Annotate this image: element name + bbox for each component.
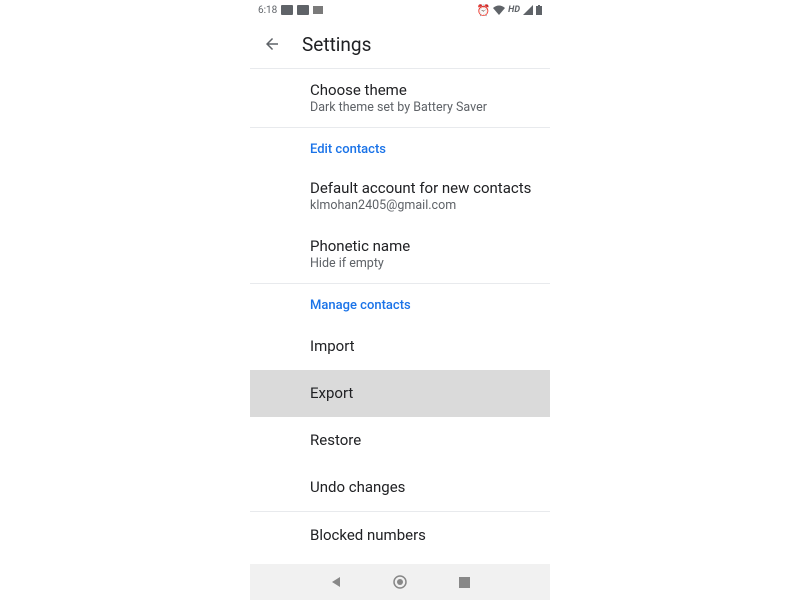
nav-home-button[interactable] bbox=[393, 575, 407, 589]
blocked-numbers-item[interactable]: Blocked numbers bbox=[250, 512, 550, 559]
alarm-icon: ⏰ bbox=[476, 4, 490, 17]
page-title: Settings bbox=[302, 33, 371, 56]
item-title: Undo changes bbox=[310, 478, 550, 496]
status-bar: 6:18 ⏰ HD bbox=[250, 0, 550, 20]
nav-recent-button[interactable] bbox=[457, 575, 471, 589]
signal-icon bbox=[523, 5, 533, 15]
item-subtitle: Hide if empty bbox=[310, 256, 550, 271]
restore-item[interactable]: Restore bbox=[250, 417, 550, 464]
notification-icon bbox=[281, 5, 293, 15]
nav-back-icon bbox=[330, 576, 342, 588]
item-title: Phonetic name bbox=[310, 237, 550, 255]
status-left: 6:18 bbox=[258, 5, 323, 16]
nav-back-button[interactable] bbox=[329, 575, 343, 589]
section-edit-contacts: Edit contacts bbox=[250, 128, 550, 167]
export-item[interactable]: Export bbox=[250, 370, 550, 417]
item-title: Blocked numbers bbox=[310, 526, 550, 544]
item-title: Import bbox=[310, 337, 550, 355]
undo-changes-item[interactable]: Undo changes bbox=[250, 464, 550, 511]
nav-home-icon bbox=[393, 575, 407, 589]
status-time: 6:18 bbox=[258, 5, 277, 16]
battery-icon bbox=[536, 5, 542, 15]
import-item[interactable]: Import bbox=[250, 323, 550, 370]
settings-content: Choose theme Dark theme set by Battery S… bbox=[250, 69, 550, 564]
default-account-item[interactable]: Default account for new contacts klmohan… bbox=[250, 167, 550, 225]
screenshot-icon bbox=[297, 5, 309, 15]
hd-icon: HD bbox=[508, 5, 520, 15]
status-right: ⏰ HD bbox=[476, 4, 542, 17]
item-subtitle: klmohan2405@gmail.com bbox=[310, 198, 550, 213]
item-subtitle: Dark theme set by Battery Saver bbox=[310, 100, 550, 115]
back-button[interactable] bbox=[262, 34, 282, 54]
item-title: Export bbox=[310, 384, 550, 402]
wifi-icon bbox=[493, 5, 505, 15]
app-bar: Settings bbox=[250, 20, 550, 68]
nav-recent-icon bbox=[459, 577, 470, 588]
item-title: Default account for new contacts bbox=[310, 179, 550, 197]
item-title: Choose theme bbox=[310, 81, 550, 99]
phone-frame: 6:18 ⏰ HD Settings Choose theme Dark the… bbox=[250, 0, 550, 600]
navigation-bar bbox=[250, 564, 550, 600]
choose-theme-item[interactable]: Choose theme Dark theme set by Battery S… bbox=[250, 69, 550, 127]
phonetic-name-item[interactable]: Phonetic name Hide if empty bbox=[250, 225, 550, 283]
arrow-back-icon bbox=[263, 35, 281, 53]
section-manage-contacts: Manage contacts bbox=[250, 284, 550, 323]
item-title: Restore bbox=[310, 431, 550, 449]
notification-icon-2 bbox=[313, 6, 323, 14]
